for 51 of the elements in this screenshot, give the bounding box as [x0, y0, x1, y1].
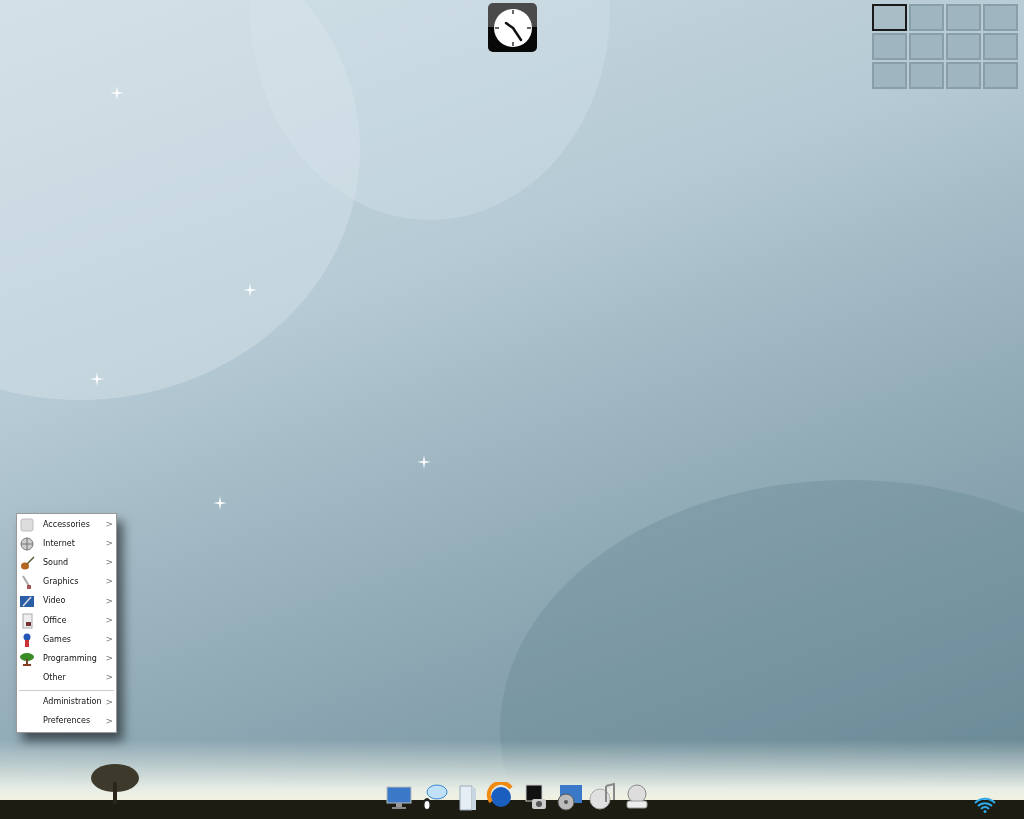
clock-widget[interactable]	[488, 3, 537, 52]
menu-item[interactable]: Other	[43, 672, 106, 685]
menu-item[interactable]: Graphics	[43, 576, 106, 589]
submenu-arrow: >	[105, 537, 113, 551]
submenu-arrow: >	[105, 632, 113, 646]
submenu-arrow: >	[105, 652, 113, 666]
document-icon	[19, 612, 35, 629]
workspace-thumbnail[interactable]	[872, 4, 907, 31]
workspace-thumbnail[interactable]	[872, 62, 907, 89]
workspace-thumbnail[interactable]	[946, 4, 981, 31]
submenu-arrow: >	[105, 714, 113, 728]
submenu-arrow: >	[105, 517, 113, 531]
sparkle-icon	[417, 455, 431, 469]
workspace-thumbnail[interactable]	[909, 4, 944, 31]
workspace-thumbnail[interactable]	[983, 33, 1018, 60]
submenu-arrow: >	[105, 575, 113, 589]
workspace-thumbnail[interactable]	[946, 62, 981, 89]
clock-icon	[492, 7, 533, 48]
submenu-arrow: >	[105, 671, 113, 685]
workspace-thumbnail[interactable]	[946, 33, 981, 60]
sparkle-icon	[90, 372, 104, 386]
submenu-arrow: >	[105, 613, 113, 627]
menu-item[interactable]: Administration	[43, 696, 106, 709]
workspace-thumbnail[interactable]	[983, 62, 1018, 89]
globe-icon	[19, 535, 35, 552]
film-reel-icon[interactable]	[554, 782, 584, 812]
video-screen-icon	[19, 593, 35, 610]
sparkle-icon	[243, 283, 257, 297]
wifi-icon[interactable]	[973, 797, 997, 813]
sparkle-icon	[110, 86, 124, 100]
bonsai-tree-icon	[19, 650, 35, 667]
sparkle-icon	[213, 496, 227, 510]
menu-item[interactable]: Office	[43, 614, 106, 627]
workspace-thumbnail[interactable]	[909, 62, 944, 89]
guitar-icon	[19, 554, 35, 571]
submenu-arrow: >	[105, 556, 113, 570]
menu-item[interactable]: Internet	[43, 537, 106, 550]
menu-item[interactable]: Accessories	[43, 518, 106, 531]
workspace-thumbnail[interactable]	[909, 33, 944, 60]
workspace-thumbnail[interactable]	[983, 4, 1018, 31]
submenu-arrow: >	[105, 594, 113, 608]
menu-item[interactable]: Sound	[43, 556, 106, 569]
menu-item[interactable]: Games	[43, 633, 106, 646]
tree-icon	[88, 762, 142, 804]
workspace-thumbnail[interactable]	[872, 33, 907, 60]
submenu-arrow: >	[105, 695, 113, 709]
box-icon	[19, 516, 35, 533]
menu-item[interactable]: Preferences	[43, 715, 106, 728]
menu-item[interactable]: Programming	[43, 652, 106, 665]
menu-item[interactable]: Video	[43, 595, 106, 608]
music-note-disc-icon[interactable]	[588, 782, 618, 812]
